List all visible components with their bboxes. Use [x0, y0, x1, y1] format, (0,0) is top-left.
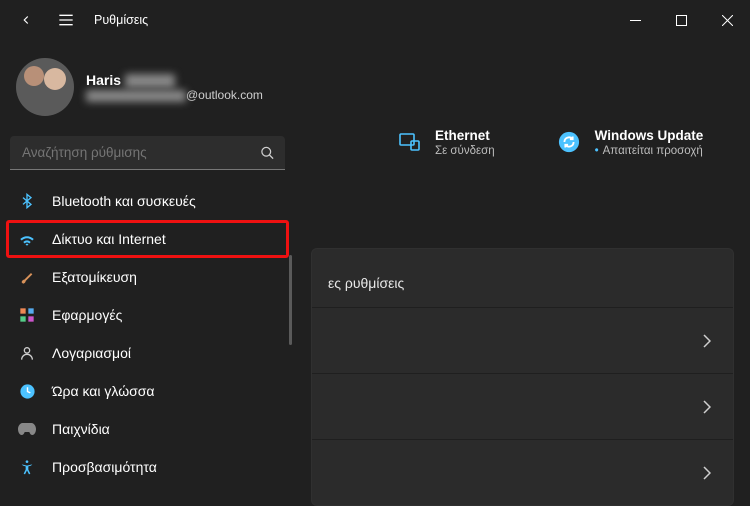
sidebar-item-label: Εξατομίκευση: [52, 269, 137, 285]
close-button[interactable]: [704, 0, 750, 40]
sidebar-item-label: Λογαριασμοί: [52, 345, 131, 361]
status-title: Ethernet: [435, 128, 495, 143]
minimize-icon: [630, 15, 641, 26]
menu-icon: [58, 14, 74, 26]
back-icon: [19, 13, 33, 27]
user-block[interactable]: Haris @outlook.com: [0, 48, 295, 132]
minimize-button[interactable]: [612, 0, 658, 40]
user-email-redacted: [86, 90, 186, 102]
window-controls: [612, 0, 750, 40]
menu-button[interactable]: [54, 8, 78, 32]
maximize-icon: [676, 15, 687, 26]
settings-panel: ες ρυθμίσεις: [311, 248, 734, 506]
chevron-right-icon: [703, 334, 711, 348]
wifi-icon: [18, 230, 36, 248]
sidebar-item-accounts[interactable]: Λογαριασμοί: [6, 334, 289, 372]
status-sub: Σε σύνδεση: [435, 145, 495, 157]
close-icon: [722, 15, 733, 26]
sidebar-item-network[interactable]: Δίκτυο και Internet: [6, 220, 289, 258]
person-icon: [18, 344, 36, 362]
panel-header: ες ρυθμίσεις: [312, 249, 733, 307]
user-email: @outlook.com: [86, 88, 263, 102]
status-title: Windows Update: [595, 128, 704, 143]
panel-row[interactable]: [312, 307, 733, 373]
maximize-button[interactable]: [658, 0, 704, 40]
sidebar-item-apps[interactable]: Εφαρμογές: [6, 296, 289, 334]
user-name-visible: Haris: [86, 72, 121, 88]
status-sub: •Απαιτείται προσοχή: [595, 145, 704, 157]
bluetooth-icon: [18, 192, 36, 210]
app-title: Ρυθμίσεις: [94, 13, 148, 27]
sidebar-item-label: Ώρα και γλώσσα: [52, 383, 155, 399]
panel-row[interactable]: [312, 439, 733, 505]
sidebar-item-label: Προσβασιμότητα: [52, 459, 157, 475]
search-input[interactable]: [10, 136, 285, 170]
titlebar: Ρυθμίσεις: [0, 0, 750, 40]
status-windows-update[interactable]: Windows Update •Απαιτείται προσοχή: [555, 128, 704, 157]
search-icon[interactable]: [260, 146, 275, 161]
update-icon: [555, 128, 583, 156]
time-lang-icon: [18, 382, 36, 400]
sidebar-item-label: Bluetooth και συσκευές: [52, 193, 196, 209]
panel-row[interactable]: [312, 373, 733, 439]
chevron-right-icon: [703, 400, 711, 414]
status-ethernet[interactable]: Ethernet Σε σύνδεση: [395, 128, 495, 157]
sidebar-item-gaming[interactable]: Παιχνίδια: [6, 410, 289, 448]
gaming-icon: [18, 420, 36, 438]
brush-icon: [18, 268, 36, 286]
sidebar-item-label: Δίκτυο και Internet: [52, 231, 166, 247]
chevron-right-icon: [703, 466, 711, 480]
user-name-redacted: [125, 74, 175, 88]
ethernet-icon: [395, 128, 423, 156]
sidebar-scrollbar[interactable]: [289, 255, 292, 345]
accessibility-icon: [18, 458, 36, 476]
apps-icon: [18, 306, 36, 324]
sidebar-item-personalization[interactable]: Εξατομίκευση: [6, 258, 289, 296]
back-button[interactable]: [14, 8, 38, 32]
sidebar: Haris @outlook.com Bluetooth και συσκευέ…: [0, 40, 295, 500]
user-name: Haris: [86, 72, 263, 88]
main-area: Ethernet Σε σύνδεση Windows Update •Απαι…: [295, 40, 750, 500]
sidebar-item-accessibility[interactable]: Προσβασιμότητα: [6, 448, 289, 486]
status-row: Ethernet Σε σύνδεση Windows Update •Απαι…: [395, 128, 703, 157]
sidebar-item-label: Παιχνίδια: [52, 421, 110, 437]
search-box: [10, 136, 285, 170]
user-email-suffix: @outlook.com: [186, 88, 263, 102]
sidebar-item-label: Εφαρμογές: [52, 307, 122, 323]
sidebar-nav: Bluetooth και συσκευές Δίκτυο και Intern…: [0, 182, 295, 486]
sidebar-item-bluetooth[interactable]: Bluetooth και συσκευές: [6, 182, 289, 220]
avatar: [16, 58, 74, 116]
sidebar-item-time-language[interactable]: Ώρα και γλώσσα: [6, 372, 289, 410]
